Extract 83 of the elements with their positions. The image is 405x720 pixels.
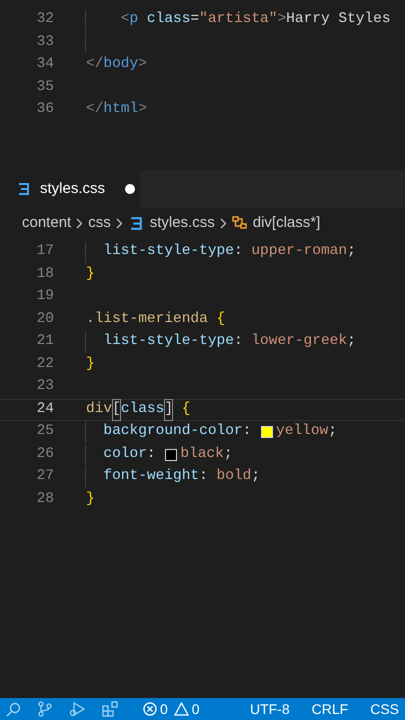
line-number: 24 (36, 400, 54, 419)
code-token: class (120, 400, 164, 419)
code-token: bold (216, 467, 252, 486)
code-token: p (130, 10, 138, 30)
branch-icon[interactable] (38, 701, 52, 717)
line-number: 18 (36, 264, 54, 284)
code-token: black (180, 444, 224, 464)
color-swatch[interactable] (261, 426, 274, 438)
code-token: body (103, 55, 138, 74)
code-token: : (146, 444, 157, 464)
line-number: 19 (36, 287, 54, 306)
chevron-icon (76, 218, 84, 228)
code-token: } (86, 490, 95, 509)
line-number: 20 (36, 310, 54, 329)
code-token: : (234, 242, 244, 262)
breadcrumb-item[interactable]: styles.css (150, 212, 215, 234)
code-token: "artista" (199, 10, 278, 30)
symbol-icon (232, 216, 248, 230)
line-number: 33 (36, 32, 54, 52)
problems-button[interactable]: 0 0 (143, 698, 200, 720)
code-token: div (86, 400, 112, 419)
encoding-button[interactable]: UTF-8 (250, 698, 290, 720)
code-token: class (146, 10, 190, 30)
code-token: { (216, 310, 226, 329)
code-token: < (120, 10, 130, 30)
code-token: [ (112, 398, 121, 421)
code-token: : (234, 332, 244, 352)
color-swatch[interactable] (165, 448, 178, 461)
line-number: 23 (36, 377, 54, 396)
code-token: } (86, 354, 95, 374)
code-token: lower-greek (251, 332, 348, 352)
code-token: ; (347, 332, 356, 352)
line-number: 22 (36, 354, 54, 374)
code-token: } (86, 264, 95, 284)
line-number: 27 (36, 467, 54, 486)
code-token: ; (328, 422, 337, 442)
css-file-icon (16, 181, 32, 197)
code-token: .list-merienda (86, 310, 209, 329)
extensions-icon[interactable] (102, 701, 118, 717)
code-token: ] (164, 398, 174, 421)
code-token: </ (86, 100, 104, 120)
search-icon[interactable] (6, 702, 21, 716)
line-number: 26 (36, 444, 54, 464)
line-number: 21 (36, 332, 54, 352)
line-ending-button[interactable]: CRLF (312, 698, 348, 720)
line-number: 36 (36, 100, 54, 120)
code-token: upper-roman (251, 242, 348, 262)
run-icon[interactable] (69, 701, 85, 717)
code-token: > (277, 10, 286, 30)
line-number: 35 (36, 78, 54, 97)
code-token: : (199, 467, 209, 486)
line-number: 28 (36, 490, 54, 509)
code-token: { (180, 400, 190, 419)
editor-tab[interactable]: styles.css (0, 170, 140, 208)
code-token: > (138, 55, 147, 74)
line-number: 34 (36, 55, 54, 74)
chevron-icon (220, 218, 227, 228)
warning-icon (174, 702, 189, 716)
line-number: 25 (36, 422, 54, 442)
code-token: yellow (276, 422, 328, 442)
code-token: Harry Styles (286, 10, 391, 30)
code-token: ; (347, 242, 356, 262)
code-token: = (190, 10, 200, 30)
tab-label: styles.css (40, 178, 106, 199)
code-token: </ (86, 55, 104, 74)
language-button[interactable]: CSS (370, 698, 399, 720)
breadcrumb-item[interactable]: content (22, 212, 72, 234)
code-token: font-weight (102, 467, 200, 486)
breadcrumb-item[interactable]: css (88, 212, 111, 234)
breadcrumb-item[interactable]: div[class*] (252, 212, 320, 234)
code-token: html (103, 100, 138, 120)
code-token: ; (224, 444, 233, 464)
code-token: : (242, 422, 252, 442)
error-icon (143, 702, 157, 716)
code-token: list-style-type (102, 332, 234, 352)
code-token: list-style-type (102, 242, 234, 262)
code-token: background-color (102, 422, 243, 442)
line-number: 32 (36, 10, 54, 30)
code-token: color (102, 444, 147, 464)
code-token: ; (251, 467, 260, 486)
code-token: > (138, 100, 147, 120)
line-number: 17 (36, 242, 54, 262)
chevron-icon (116, 218, 123, 228)
